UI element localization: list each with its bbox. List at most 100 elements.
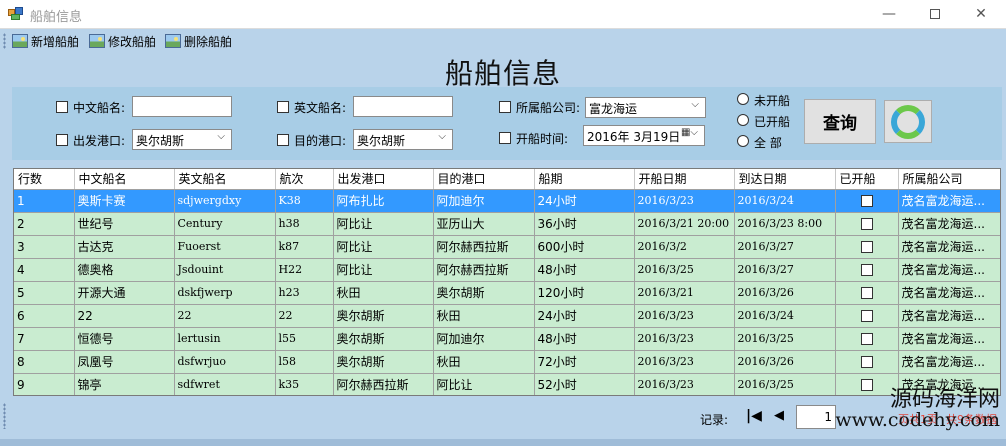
- table-cell[interactable]: 7: [14, 327, 75, 351]
- table-cell[interactable]: [835, 258, 899, 282]
- first-page-icon[interactable]: |◀: [746, 408, 762, 424]
- table-cell[interactable]: 奥尔胡斯: [333, 304, 434, 328]
- table-cell[interactable]: 5: [14, 281, 75, 305]
- table-cell[interactable]: 2016/3/26: [734, 350, 836, 374]
- column-header[interactable]: 出发港口: [333, 169, 434, 190]
- edit-ship-button[interactable]: 修改船舶: [89, 31, 156, 51]
- table-cell[interactable]: 恒德号: [74, 327, 175, 351]
- depart-port-checkbox[interactable]: [56, 134, 68, 146]
- table-row[interactable]: 7 恒德号 lertusin l55 奥尔胡斯 阿加迪尔 48小时 2016/3/23 2016…: [14, 327, 1000, 351]
- table-cell[interactable]: 秋田: [433, 350, 535, 374]
- table-cell[interactable]: 2016/3/23: [634, 304, 735, 328]
- table-cell[interactable]: dsfwrjuo: [174, 350, 276, 374]
- table-cell[interactable]: 2016/3/25: [734, 327, 836, 351]
- table-cell[interactable]: 凤凰号: [74, 350, 175, 374]
- table-cell[interactable]: 22: [275, 304, 334, 328]
- dest-port-select[interactable]: 奥尔胡斯 ⌵: [353, 129, 453, 150]
- table-cell[interactable]: 22: [174, 304, 276, 328]
- table-cell[interactable]: 阿比让: [333, 258, 434, 282]
- page-number-input[interactable]: 1: [796, 405, 836, 429]
- table-cell[interactable]: [835, 235, 899, 259]
- table-cell[interactable]: 2016/3/23: [634, 327, 735, 351]
- table-cell[interactable]: 茂名富龙海运...: [898, 350, 1000, 374]
- table-cell[interactable]: 阿尔赫西拉斯: [433, 258, 535, 282]
- table-cell[interactable]: 2016/3/27: [734, 235, 836, 259]
- table-cell[interactable]: l55: [275, 327, 334, 351]
- dest-port-checkbox[interactable]: [277, 134, 289, 146]
- table-cell[interactable]: 奥斯卡赛: [74, 189, 175, 213]
- table-cell[interactable]: 2016/3/23: [634, 373, 735, 395]
- pager-grip-icon[interactable]: [3, 403, 6, 429]
- table-cell[interactable]: Fuoerst: [174, 235, 276, 259]
- table-cell[interactable]: 2016/3/25: [734, 373, 836, 395]
- maximize-button[interactable]: [912, 0, 958, 29]
- table-cell[interactable]: 秋田: [433, 304, 535, 328]
- table-row[interactable]: 4 德奥格 Jsdouint H22 阿比让 阿尔赫西拉斯 48小时 2016/3/25 201…: [14, 258, 1000, 282]
- table-cell[interactable]: 8: [14, 350, 75, 374]
- table-cell[interactable]: lertusin: [174, 327, 276, 351]
- column-header[interactable]: 开船日期: [634, 169, 735, 190]
- radio-unsailed[interactable]: [737, 93, 749, 105]
- table-cell[interactable]: 阿尔赫西拉斯: [333, 373, 434, 395]
- cn-name-input[interactable]: [132, 96, 232, 117]
- sailed-checkbox[interactable]: [860, 310, 873, 322]
- column-header[interactable]: 所属船公司: [898, 169, 1000, 190]
- table-cell[interactable]: 2016/3/24: [734, 304, 836, 328]
- table-cell[interactable]: Century: [174, 212, 276, 236]
- table-cell[interactable]: 奥尔胡斯: [433, 281, 535, 305]
- table-cell[interactable]: 锦亭: [74, 373, 175, 395]
- table-cell[interactable]: 2016/3/21: [634, 281, 735, 305]
- table-cell[interactable]: l58: [275, 350, 334, 374]
- table-cell[interactable]: 茂名富龙海运...: [898, 235, 1000, 259]
- sailed-checkbox[interactable]: [860, 287, 873, 299]
- column-header[interactable]: 已开船: [835, 169, 899, 190]
- table-cell[interactable]: 22: [74, 304, 175, 328]
- sailed-checkbox[interactable]: [860, 356, 873, 368]
- close-button[interactable]: ✕: [958, 0, 1004, 29]
- column-header[interactable]: 中文船名: [74, 169, 175, 190]
- table-cell[interactable]: 阿比让: [333, 235, 434, 259]
- table-cell[interactable]: 茂名富龙海运...: [898, 258, 1000, 282]
- prev-page-icon[interactable]: ◀: [774, 408, 784, 423]
- add-ship-button[interactable]: 新增船舶: [12, 31, 79, 51]
- table-cell[interactable]: 72小时: [534, 350, 635, 374]
- table-cell[interactable]: 600小时: [534, 235, 635, 259]
- table-cell[interactable]: 36小时: [534, 212, 635, 236]
- table-cell[interactable]: [835, 189, 899, 213]
- table-cell[interactable]: 德奥格: [74, 258, 175, 282]
- sailed-checkbox[interactable]: [860, 195, 873, 207]
- table-cell[interactable]: 9: [14, 373, 75, 395]
- radio-all[interactable]: [737, 135, 749, 147]
- sailed-checkbox[interactable]: [860, 241, 873, 253]
- table-cell[interactable]: 阿加迪尔: [433, 327, 535, 351]
- company-select[interactable]: 富龙海运 ⌵: [585, 97, 706, 118]
- ship-table[interactable]: 行数 中文船名 英文船名 航次 出发港口 目的港口 船期 开船日期 到达日期 已开船 所属船公司 1…: [13, 168, 1001, 396]
- minimize-button[interactable]: —: [866, 0, 912, 29]
- table-cell[interactable]: 48小时: [534, 327, 635, 351]
- column-header[interactable]: 航次: [275, 169, 334, 190]
- table-cell[interactable]: 世纪号: [74, 212, 175, 236]
- table-cell[interactable]: Jsdouint: [174, 258, 276, 282]
- table-cell[interactable]: 2016/3/24: [734, 189, 836, 213]
- table-cell[interactable]: H22: [275, 258, 334, 282]
- column-header[interactable]: 到达日期: [734, 169, 836, 190]
- table-row[interactable]: 5 开源大通 dskfjwerp h23 秋田 奥尔胡斯 120小时 2016/3/21 201…: [14, 281, 1000, 305]
- table-cell[interactable]: 古达克: [74, 235, 175, 259]
- table-cell[interactable]: 茂名富龙海运...: [898, 189, 1000, 213]
- table-cell[interactable]: 6: [14, 304, 75, 328]
- table-cell[interactable]: 茂名富龙海运...: [898, 304, 1000, 328]
- table-cell[interactable]: [835, 212, 899, 236]
- sail-time-picker[interactable]: 2016年 3月19日 ▦⌵: [583, 125, 705, 146]
- column-header[interactable]: 行数: [14, 169, 75, 190]
- table-cell[interactable]: 2016/3/23 8:00: [734, 212, 836, 236]
- cn-name-checkbox[interactable]: [56, 101, 68, 113]
- table-row[interactable]: 6 22 22 22 奥尔胡斯 秋田 24小时 2016/3/23 2016/3/24 茂名富龙海…: [14, 304, 1000, 328]
- table-cell[interactable]: 茂名富龙海运...: [898, 212, 1000, 236]
- depart-port-select[interactable]: 奥尔胡斯 ⌵: [132, 129, 232, 150]
- table-cell[interactable]: 开源大通: [74, 281, 175, 305]
- toolbar-grip-icon[interactable]: [3, 33, 6, 49]
- table-cell[interactable]: 2016/3/23: [634, 189, 735, 213]
- table-cell[interactable]: 1: [14, 189, 75, 213]
- table-cell[interactable]: 阿布扎比: [333, 189, 434, 213]
- table-cell[interactable]: 奥尔胡斯: [333, 327, 434, 351]
